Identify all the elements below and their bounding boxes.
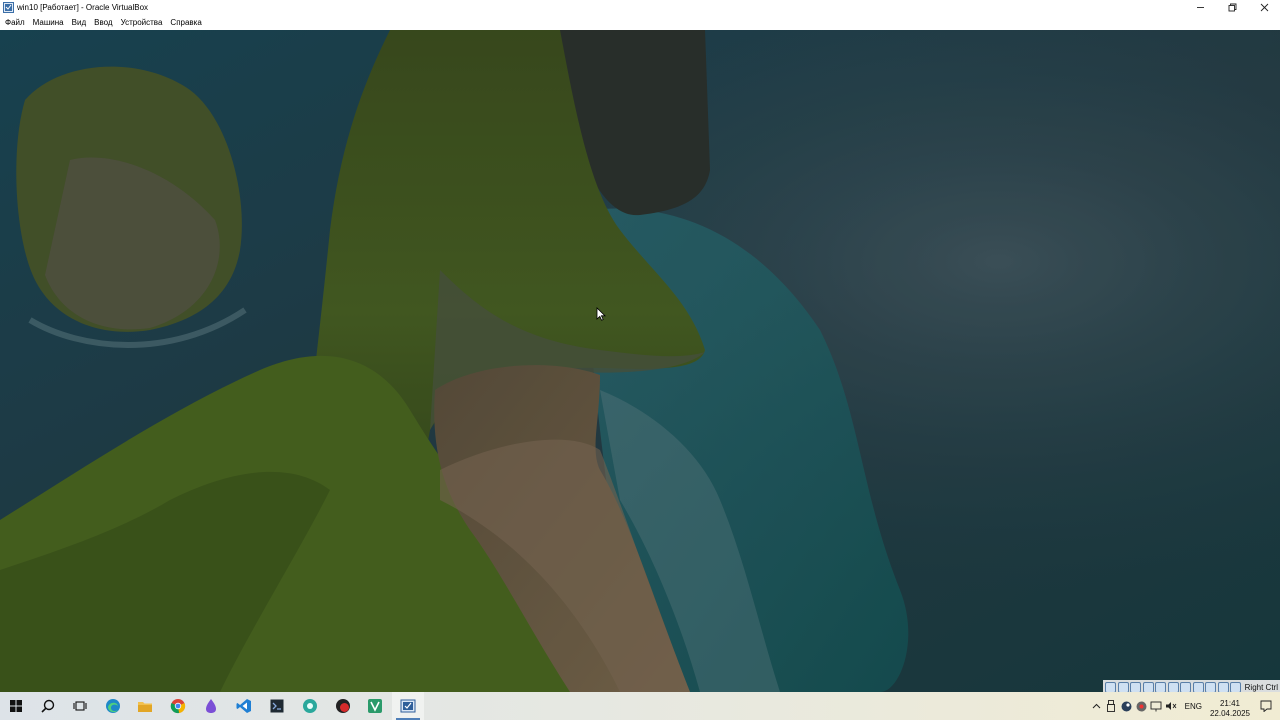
host-key-label: Right Ctrl bbox=[1244, 682, 1278, 692]
taskbar-app-purple[interactable] bbox=[195, 692, 227, 720]
menu-file[interactable]: Файл bbox=[2, 18, 28, 27]
recording-status-icon[interactable] bbox=[1192, 681, 1204, 693]
action-center-button[interactable] bbox=[1252, 692, 1280, 720]
search-button[interactable] bbox=[32, 692, 64, 720]
shared-folders-status-icon[interactable] bbox=[1167, 681, 1179, 693]
red-app-icon bbox=[336, 699, 350, 713]
tray-steam[interactable] bbox=[1119, 692, 1134, 720]
usb-device-icon bbox=[1107, 700, 1116, 712]
window-title: win10 [Работает] - Oracle VirtualBox bbox=[17, 3, 149, 12]
mouse-integration-status-icon[interactable] bbox=[1217, 681, 1229, 693]
virtualbox-app-icon bbox=[2, 2, 14, 14]
close-button[interactable] bbox=[1248, 0, 1280, 15]
minimize-button[interactable] bbox=[1184, 0, 1216, 15]
chrome-icon bbox=[170, 699, 186, 714]
show-hidden-icons-button[interactable] bbox=[1089, 692, 1104, 720]
vscode-icon bbox=[236, 699, 251, 713]
taskbar-app-terminal[interactable] bbox=[261, 692, 293, 720]
notification-icon bbox=[1260, 700, 1272, 712]
folder-icon bbox=[138, 702, 152, 712]
search-icon bbox=[41, 699, 55, 713]
taskbar-app-file-explorer[interactable] bbox=[129, 692, 161, 720]
teal-app-icon bbox=[303, 699, 317, 713]
virtualbox-window: win10 [Работает] - Oracle VirtualBox Фай… bbox=[0, 0, 1280, 720]
steam-icon bbox=[1121, 701, 1132, 711]
taskbar-app-green[interactable] bbox=[359, 692, 391, 720]
network-status-icon[interactable] bbox=[1142, 681, 1154, 693]
terminal-icon bbox=[270, 699, 284, 713]
menu-help[interactable]: Справка bbox=[167, 18, 204, 27]
keyboard-status-icon[interactable] bbox=[1230, 681, 1242, 693]
task-view-icon bbox=[73, 701, 87, 711]
display-status-icon[interactable] bbox=[1180, 681, 1192, 693]
title-bar: win10 [Работает] - Oracle VirtualBox bbox=[0, 0, 1280, 15]
menu-view[interactable]: Вид bbox=[69, 18, 89, 27]
clock-date: 22.04.2025 bbox=[1209, 708, 1251, 718]
taskbar-app-chrome[interactable] bbox=[162, 692, 194, 720]
clock-time: 21:41 bbox=[1219, 698, 1241, 708]
tray-network[interactable] bbox=[1149, 692, 1164, 720]
start-button[interactable] bbox=[0, 692, 32, 720]
taskbar-app-virtualbox[interactable] bbox=[392, 692, 424, 720]
window-controls bbox=[1184, 0, 1280, 15]
tray-volume[interactable] bbox=[1164, 692, 1179, 720]
menu-input[interactable]: Ввод bbox=[91, 18, 115, 27]
usb-status-icon[interactable] bbox=[1155, 681, 1167, 693]
network-icon bbox=[1150, 701, 1162, 711]
vt-x-status-icon[interactable] bbox=[1205, 681, 1217, 693]
taskbar-app-teal[interactable] bbox=[294, 692, 326, 720]
virtualbox-icon bbox=[400, 699, 416, 713]
volume-muted-icon bbox=[1166, 702, 1177, 710]
guest-taskbar: ENG 21:41 22.04.2025 bbox=[0, 692, 1280, 720]
taskbar-clock[interactable]: 21:41 22.04.2025 bbox=[1208, 699, 1252, 719]
restore-button[interactable] bbox=[1216, 0, 1248, 15]
tray-app[interactable] bbox=[1134, 692, 1149, 720]
hard-disk-status-icon[interactable] bbox=[1105, 681, 1117, 693]
desktop-wallpaper bbox=[0, 30, 1280, 692]
menu-machine[interactable]: Машина bbox=[30, 18, 67, 27]
purple-app-icon bbox=[206, 699, 216, 713]
input-language[interactable]: ENG bbox=[1179, 702, 1208, 711]
optical-drive-status-icon[interactable] bbox=[1117, 681, 1129, 693]
green-app-icon bbox=[368, 699, 382, 713]
tray-app-icon bbox=[1136, 701, 1147, 711]
tray-usb[interactable] bbox=[1104, 692, 1119, 720]
system-tray: ENG 21:41 22.04.2025 bbox=[1089, 692, 1280, 720]
taskbar-app-red[interactable] bbox=[327, 692, 359, 720]
taskbar-app-vscode[interactable] bbox=[228, 692, 260, 720]
guest-desktop[interactable] bbox=[0, 30, 1280, 692]
menu-devices[interactable]: Устройства bbox=[118, 18, 166, 27]
taskbar-app-edge[interactable] bbox=[97, 692, 129, 720]
chevron-up-icon bbox=[1092, 703, 1101, 709]
edge-icon bbox=[106, 699, 120, 713]
windows-logo-icon bbox=[10, 700, 22, 712]
audio-status-icon[interactable] bbox=[1130, 681, 1142, 693]
mouse-cursor bbox=[596, 307, 606, 321]
menu-bar: Файл Машина Вид Ввод Устройства Справка bbox=[0, 15, 1280, 30]
task-view-button[interactable] bbox=[64, 692, 96, 720]
